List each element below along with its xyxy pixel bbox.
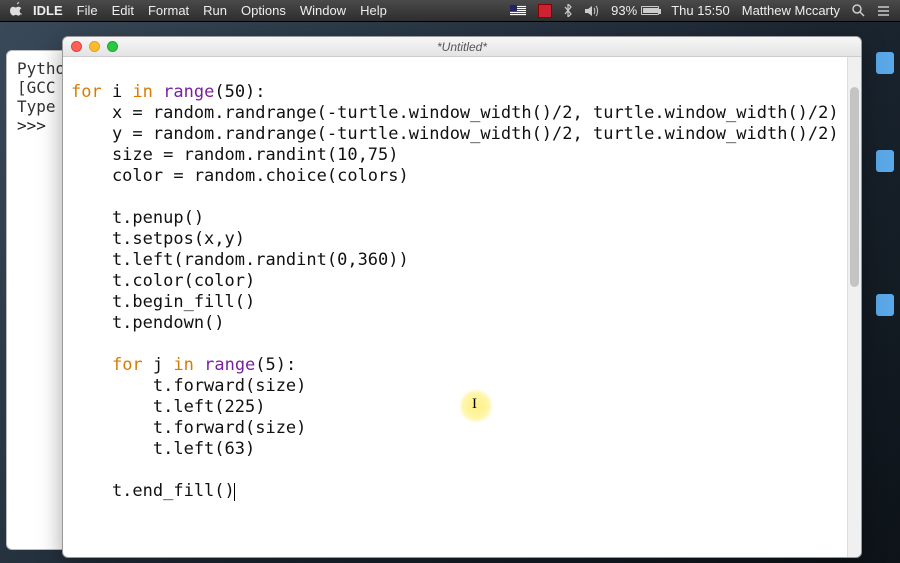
menu-file[interactable]: File [77,3,98,18]
code-line: t.end_fill() [71,481,235,501]
menu-run[interactable]: Run [203,3,227,18]
code-line: t.color(color) [71,271,255,291]
battery-percent-label: 93% [611,3,637,18]
code-line: color = random.choice(colors) [71,166,409,186]
desktop-file-icon[interactable] [876,150,894,172]
text-cursor [234,483,235,501]
window-close-button[interactable] [71,41,82,52]
code-line: x = random.randrange(-turtle.window_widt… [71,103,839,123]
desktop-file-icon[interactable] [876,294,894,316]
menu-format[interactable]: Format [148,3,189,18]
window-minimize-button[interactable] [89,41,100,52]
code-line: size = random.randint(10,75) [71,145,399,165]
menu-window[interactable]: Window [300,3,346,18]
desktop-file-icon[interactable] [876,52,894,74]
battery-icon [641,6,659,15]
status-clock[interactable]: Thu 15:50 [671,3,730,18]
code-line: t.pendown() [71,313,225,333]
code-line: t.left(225) [71,397,265,417]
window-titlebar[interactable]: *Untitled* [63,37,861,57]
editor-window[interactable]: *Untitled* for i in range(50): x = rando… [62,36,862,558]
window-title: *Untitled* [63,40,861,54]
code-line: t.penup() [71,208,204,228]
status-bluetooth-icon[interactable] [564,4,573,17]
code-line: t.left(63) [71,439,255,459]
menu-edit[interactable]: Edit [112,3,134,18]
macos-menubar: IDLE File Edit Format Run Options Window… [0,0,900,22]
notification-center-icon[interactable] [877,5,890,17]
code-line: t.forward(size) [71,376,306,396]
scrollbar-thumb[interactable] [850,87,859,287]
code-keyword: for [71,82,102,102]
menu-help[interactable]: Help [360,3,387,18]
code-line: y = random.randrange(-turtle.window_widt… [71,124,839,144]
code-line: t.forward(size) [71,418,306,438]
apple-menu-icon[interactable] [10,2,23,19]
status-red-indicator-icon[interactable] [538,4,552,18]
menu-options[interactable]: Options [241,3,286,18]
window-zoom-button[interactable] [107,41,118,52]
code-line: t.left(random.randint(0,360)) [71,250,409,270]
status-battery[interactable]: 93% [611,3,659,18]
status-username[interactable]: Matthew Mccarty [742,3,840,18]
spotlight-icon[interactable] [852,4,865,17]
app-name[interactable]: IDLE [33,3,63,18]
code-editor-area[interactable]: for i in range(50): x = random.randrange… [63,57,861,557]
status-flag-icon[interactable] [510,5,526,16]
code-line: t.setpos(x,y) [71,229,245,249]
code-line: t.begin_fill() [71,292,255,312]
status-volume-icon[interactable] [585,5,599,17]
vertical-scrollbar[interactable] [847,57,861,557]
